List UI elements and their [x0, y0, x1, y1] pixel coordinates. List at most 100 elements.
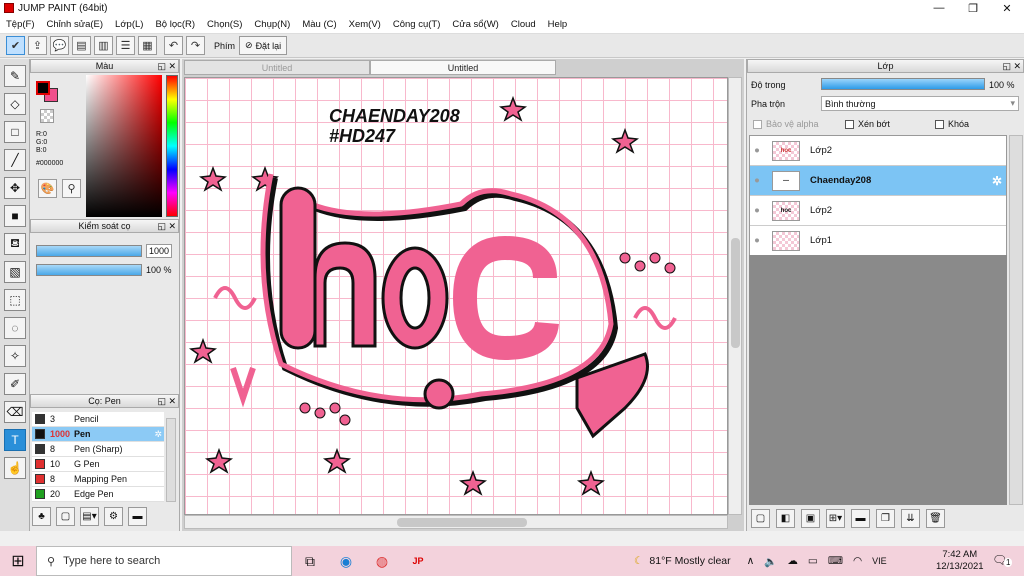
new-pen-icon[interactable]: ▢	[56, 507, 75, 526]
cloud-icon[interactable]: ☁	[787, 555, 798, 567]
chat-icon[interactable]: 💬	[50, 36, 69, 55]
eyedropper-icon[interactable]: ⚲	[62, 179, 81, 198]
pen-item[interactable]: 8 Pen (Sharp)	[32, 442, 164, 457]
eraser-tool-icon[interactable]: ◇	[4, 93, 26, 115]
menu-select[interactable]: Chọn(S)	[201, 19, 248, 30]
tray-chevron-icon[interactable]: ∧	[747, 555, 755, 567]
wifi-icon[interactable]: ◠	[853, 555, 862, 567]
menu-tools[interactable]: Công cụ(T)	[387, 19, 447, 30]
grid-icon[interactable]: ▦	[138, 36, 157, 55]
panel-close-icon[interactable]: ◱ ✕	[157, 221, 176, 232]
chrome-browser-icon[interactable]: ◍	[364, 546, 400, 576]
lasso-tool-icon[interactable]: ◌	[4, 317, 26, 339]
drawing-canvas[interactable]: CHAENDAY208 #HD247	[184, 77, 728, 515]
lock-checkbox[interactable]: Khóa	[935, 119, 969, 129]
close-button[interactable]: ✕	[990, 0, 1024, 16]
menu-help[interactable]: Help	[542, 19, 574, 30]
settings-gear-icon[interactable]: ✲	[154, 429, 162, 440]
language-indicator[interactable]: VIE	[872, 556, 887, 566]
line-tool-icon[interactable]: ╱	[4, 149, 26, 171]
visibility-icon[interactable]: ●	[750, 235, 764, 246]
protect-alpha-checkbox[interactable]: Bảo vệ alpha	[753, 119, 819, 129]
visibility-icon[interactable]: ●	[750, 205, 764, 216]
check-icon[interactable]: ✔	[6, 36, 25, 55]
layer-scrollbar[interactable]	[1009, 135, 1023, 505]
hand-tool-icon[interactable]: ☝	[4, 457, 26, 479]
keyboard-icon[interactable]: ⌨	[828, 555, 843, 567]
foreground-color-swatch[interactable]	[36, 81, 50, 95]
menu-view[interactable]: Xem(V)	[343, 19, 387, 30]
menu-edit[interactable]: Chỉnh sửa(E)	[41, 19, 110, 30]
select-pen-tool-icon[interactable]: ✐	[4, 373, 26, 395]
speaker-icon[interactable]: 🔈	[764, 555, 777, 568]
taskbar-search[interactable]: ⚲ Type here to search	[36, 546, 292, 576]
fill-rect-tool-icon[interactable]: ■	[4, 205, 26, 227]
menu-file[interactable]: Tệp(F)	[0, 19, 41, 30]
brush-size-value[interactable]: 1000	[146, 244, 172, 258]
list-icon[interactable]: ☰	[116, 36, 135, 55]
menu-capture[interactable]: Chụp(N)	[248, 19, 296, 30]
edge-browser-icon[interactable]: ◉	[328, 546, 364, 576]
canvas-vertical-scrollbar[interactable]	[728, 77, 742, 515]
windows-start-icon[interactable]: ⊞	[0, 546, 36, 576]
add-layer-menu-icon[interactable]: ⊞▾	[826, 509, 845, 528]
gradient-tool-icon[interactable]: ▧	[4, 261, 26, 283]
pen-settings-icon[interactable]: ⚙	[104, 507, 123, 526]
merge-layer-icon[interactable]: ⇊	[901, 509, 920, 528]
layer-row[interactable]: ● hoc Lớp2	[750, 136, 1006, 166]
brush-size-slider[interactable]	[36, 245, 142, 257]
reset-button[interactable]: ⊘ Đặt lại	[239, 36, 288, 55]
tab-untitled-1[interactable]: Untitled	[184, 60, 370, 75]
new-layer-icon[interactable]: ▢	[751, 509, 770, 528]
move-tool-icon[interactable]: ✥	[4, 177, 26, 199]
maximize-button[interactable]: ❐	[956, 0, 990, 16]
duplicate-layer-icon[interactable]: ❐	[876, 509, 895, 528]
visibility-icon[interactable]: ●	[750, 145, 764, 156]
folder-icon[interactable]: ▬	[851, 509, 870, 528]
clock[interactable]: 7:42 AM 12/13/2021	[936, 549, 984, 573]
menu-filter[interactable]: Bộ lọc(R)	[149, 19, 201, 30]
share-icon[interactable]: ⇪	[28, 36, 47, 55]
vertical-scroll-thumb[interactable]	[731, 238, 740, 348]
battery-icon[interactable]: ▭	[808, 555, 818, 567]
folder-icon[interactable]: ▬	[128, 507, 147, 526]
minimize-button[interactable]: —	[922, 0, 956, 16]
bucket-tool-icon[interactable]: ⛾	[4, 233, 26, 255]
brush-opacity-slider[interactable]	[36, 264, 142, 276]
weather-text[interactable]: 81°F Mostly clear	[649, 555, 730, 567]
rect-select-tool-icon[interactable]: ⬚	[4, 289, 26, 311]
task-view-icon[interactable]: ⧉	[292, 546, 328, 576]
redo-icon[interactable]: ↷	[186, 36, 205, 55]
hue-slider[interactable]	[166, 75, 178, 217]
undo-icon[interactable]: ↶	[164, 36, 183, 55]
pen-item[interactable]: 10 G Pen	[32, 457, 164, 472]
comment-icon[interactable]: ▤	[72, 36, 91, 55]
pen-item[interactable]: 20 Edge Pen	[32, 487, 164, 502]
document-icon[interactable]: ▥	[94, 36, 113, 55]
saturation-value-picker[interactable]	[86, 75, 162, 217]
select-eraser-tool-icon[interactable]: ⌫	[4, 401, 26, 423]
menu-color[interactable]: Màu (C)	[296, 19, 342, 30]
panel-close-icon[interactable]: ◱ ✕	[1002, 61, 1021, 72]
magic-wand-tool-icon[interactable]: ✧	[4, 345, 26, 367]
tab-untitled-2[interactable]: Untitled	[370, 60, 556, 75]
visibility-icon[interactable]: ●	[750, 175, 764, 186]
new-layer-8bit-icon[interactable]: ▣	[801, 509, 820, 528]
text-tool-icon[interactable]: T	[4, 429, 26, 451]
new-raster-layer-icon[interactable]: ◧	[776, 509, 795, 528]
panel-close-icon[interactable]: ◱ ✕	[157, 61, 176, 72]
transparent-swatch-icon[interactable]	[40, 109, 54, 123]
clipping-checkbox[interactable]: Xén bớt	[845, 119, 890, 129]
palette-icon[interactable]: 🎨	[38, 179, 57, 198]
horizontal-scroll-thumb[interactable]	[397, 518, 527, 527]
layer-row-selected[interactable]: ● — Chaenday208 ✲	[750, 166, 1006, 196]
rectangle-tool-icon[interactable]: □	[4, 121, 26, 143]
canvas-horizontal-scrollbar[interactable]	[184, 515, 728, 529]
menu-cloud[interactable]: Cloud	[505, 19, 542, 30]
menu-window[interactable]: Cửa sổ(W)	[446, 19, 504, 30]
brush-tool-icon[interactable]: ✎	[4, 65, 26, 87]
pen-item[interactable]: 8 Mapping Pen	[32, 472, 164, 487]
pen-item-selected[interactable]: 1000 Pen ✲	[32, 427, 164, 442]
menu-layer[interactable]: Lớp(L)	[109, 19, 149, 30]
settings-gear-icon[interactable]: ✲	[992, 174, 1002, 188]
